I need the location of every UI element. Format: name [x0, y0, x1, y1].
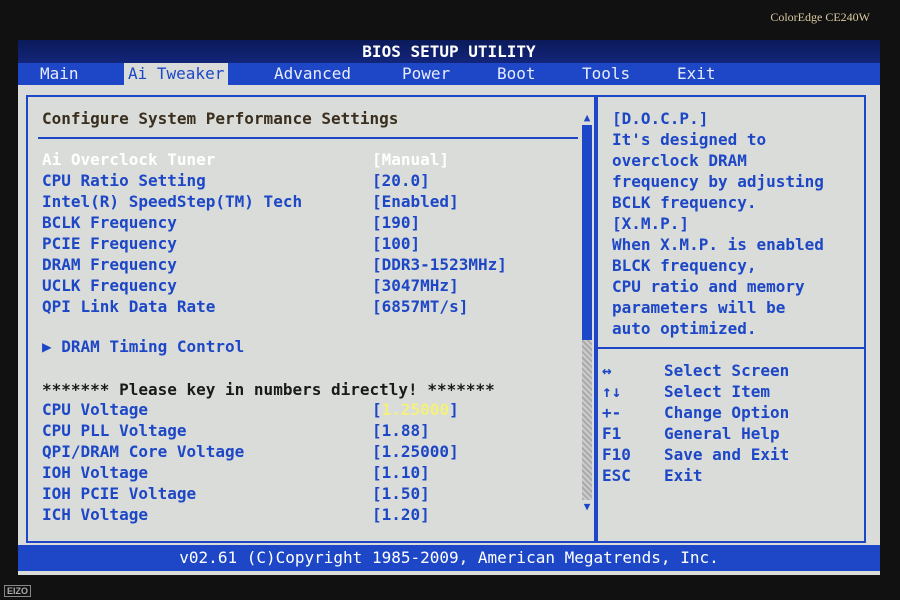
scroll-down-icon[interactable]: ▼	[581, 500, 593, 514]
bios-title: BIOS SETUP UTILITY	[18, 40, 880, 63]
tab-advanced[interactable]: Advanced	[270, 63, 355, 85]
tab-boot[interactable]: Boot	[493, 63, 540, 85]
help-panel: [D.O.C.P.] It's designed to overclock DRAM…	[596, 95, 866, 543]
setting-value[interactable]: [Manual]	[372, 150, 449, 169]
voltage-label[interactable]: IOH Voltage	[42, 463, 148, 482]
key-description: Change Option	[664, 403, 790, 422]
voltage-value[interactable]: [1.20]	[372, 505, 430, 524]
setting-label[interactable]: QPI Link Data Rate	[42, 297, 215, 316]
setting-value[interactable]: [100]	[372, 234, 420, 253]
help-line: frequency by adjusting	[612, 172, 824, 191]
help-line: BLCK frequency,	[612, 256, 757, 275]
key-description: Exit	[664, 466, 703, 485]
help-line: When X.M.P. is enabled	[612, 235, 824, 254]
help-line: [X.M.P.]	[612, 214, 690, 233]
voltage-label[interactable]: IOH PCIE Voltage	[42, 484, 196, 503]
menu-bar: Main Ai Tweaker Advanced Power Boot Tool…	[18, 63, 880, 85]
voltage-value[interactable]: [1.10]	[372, 463, 430, 482]
setting-value[interactable]: [20.0]	[372, 171, 430, 190]
voltage-label[interactable]: CPU PLL Voltage	[42, 421, 187, 440]
notice-text: ******* Please key in numbers directly! …	[42, 380, 495, 399]
key-name: ESC	[602, 466, 631, 485]
setting-value[interactable]: [190]	[372, 213, 420, 232]
key-name: ↑↓	[602, 382, 622, 401]
setting-value[interactable]: [Enabled]	[372, 192, 459, 211]
key-name: ↔	[602, 361, 612, 380]
tab-tools[interactable]: Tools	[578, 63, 634, 85]
panel-title: Configure System Performance Settings	[42, 109, 399, 128]
key-description: Save and Exit	[664, 445, 790, 464]
help-line: It's designed to	[612, 130, 767, 149]
key-description: General Help	[664, 424, 780, 443]
setting-label[interactable]: Ai Overclock Tuner	[42, 150, 215, 169]
monitor-model: ColorEdge CE240W	[770, 10, 870, 24]
key-description: Select Item	[664, 382, 770, 401]
copyright-footer: v02.61 (C)Copyright 1985-2009, American …	[18, 545, 880, 571]
setting-value[interactable]: [6857MT/s]	[372, 297, 468, 316]
help-line: overclock DRAM	[612, 151, 747, 170]
setting-value[interactable]: [3047MHz]	[372, 276, 459, 295]
key-description: Select Screen	[664, 361, 790, 380]
voltage-value[interactable]: [1.25000]	[372, 442, 459, 461]
help-line: [D.O.C.P.]	[612, 109, 709, 128]
scroll-thumb[interactable]	[582, 125, 592, 340]
key-name: +-	[602, 403, 622, 422]
help-line: parameters will be	[612, 298, 786, 317]
voltage-label[interactable]: ICH Voltage	[42, 505, 148, 524]
voltage-value[interactable]: 1.25000	[382, 400, 449, 419]
divider	[598, 347, 864, 349]
help-line: CPU ratio and memory	[612, 277, 805, 296]
voltage-input[interactable]: [1.25000]	[372, 400, 459, 419]
monitor-brand-logo: EIZO	[4, 585, 32, 597]
tab-ai-tweaker[interactable]: Ai Tweaker	[124, 63, 229, 85]
setting-label[interactable]: PCIE Frequency	[42, 234, 177, 253]
setting-label[interactable]: UCLK Frequency	[42, 276, 177, 295]
voltage-label[interactable]: QPI/DRAM Core Voltage	[42, 442, 244, 461]
voltage-label[interactable]: CPU Voltage	[42, 400, 148, 419]
voltage-value[interactable]: [1.88]	[372, 421, 430, 440]
help-line: BCLK frequency.	[612, 193, 757, 212]
key-name: F10	[602, 445, 631, 464]
scroll-track[interactable]	[582, 340, 592, 500]
help-line: auto optimized.	[612, 319, 757, 338]
setting-label[interactable]: CPU Ratio Setting	[42, 171, 206, 190]
key-name: F1	[602, 424, 622, 443]
submenu-dram-timing[interactable]: ▶ DRAM Timing Control	[42, 337, 244, 356]
setting-label[interactable]: BCLK Frequency	[42, 213, 177, 232]
divider	[38, 137, 578, 139]
tab-main[interactable]: Main	[36, 63, 83, 85]
voltage-value[interactable]: [1.50]	[372, 484, 430, 503]
bios-screen: BIOS SETUP UTILITY Main Ai Tweaker Advan…	[18, 40, 880, 575]
setting-label[interactable]: DRAM Frequency	[42, 255, 177, 274]
setting-label[interactable]: Intel(R) SpeedStep(TM) Tech	[42, 192, 302, 211]
tab-exit[interactable]: Exit	[673, 63, 720, 85]
settings-panel: Configure System Performance Settings Ai…	[26, 95, 596, 543]
setting-value[interactable]: [DDR3-1523MHz]	[372, 255, 507, 274]
scroll-up-icon[interactable]: ▲	[581, 111, 593, 125]
scrollbar[interactable]: ▲ ▼	[581, 111, 593, 521]
tab-power[interactable]: Power	[398, 63, 454, 85]
